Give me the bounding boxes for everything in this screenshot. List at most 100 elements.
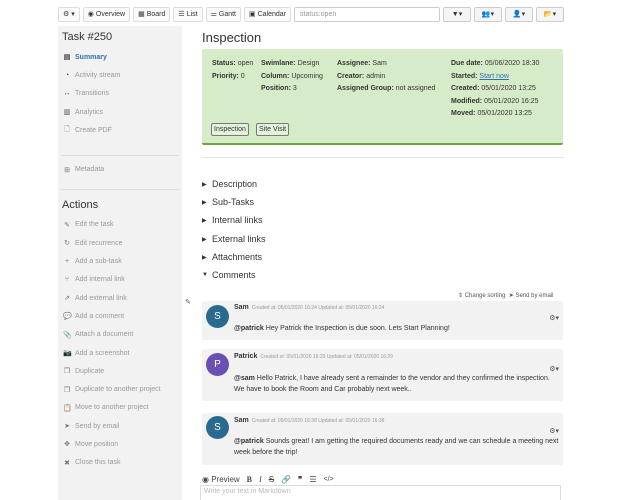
start-now-link[interactable]: Start now <box>479 73 509 80</box>
sidebar-item-create-pdf[interactable]: 🗋 Create PDF <box>58 121 182 139</box>
settings-dropdown[interactable]: ⚙ ▾ <box>58 6 80 22</box>
code-icon[interactable]: </> <box>323 476 333 483</box>
clipboard-icon: 📋 <box>63 404 72 412</box>
caret-right-icon: ▶ <box>202 217 207 224</box>
section-internal-links[interactable]: ▶ Internal links <box>202 215 263 225</box>
comment-gear-icon[interactable]: ⚙▾ <box>549 427 559 435</box>
sidebar-item-analytics[interactable]: ▥ Analytics <box>58 103 182 121</box>
comment-gear-icon[interactable]: ⚙▾ <box>549 365 559 373</box>
paperclip-icon: 📎 <box>63 331 72 339</box>
caret-right-icon: ▶ <box>202 236 207 243</box>
action-edit-recurrence[interactable]: ↻ Edit recurrence <box>58 234 182 252</box>
action-close-task[interactable]: ✖ Close this task <box>58 454 182 472</box>
comment-header: Sam Created at: 05/01/2020 16:24 Updated … <box>234 304 385 311</box>
summary-col-4: Due date: 05/06/2020 18:30 Started: Star… <box>451 60 540 117</box>
external-link-icon: ⇗ <box>64 295 70 303</box>
avatar: P <box>206 353 229 376</box>
board-icon: ▦ <box>138 11 145 18</box>
tag[interactable]: Inspection <box>211 123 249 136</box>
search-input[interactable]: status:open <box>294 6 440 22</box>
filter-icon: ▼ <box>451 10 459 18</box>
users-icon: 👥 <box>481 11 491 18</box>
section-attachments[interactable]: ▶ Attachments <box>202 252 262 262</box>
plus-icon: + <box>64 258 70 266</box>
close-icon: ✖ <box>64 459 70 467</box>
comment-header: Sam Created at: 05/01/2020 16:38 Updated … <box>234 417 385 424</box>
section-description[interactable]: ▶ Description <box>202 179 257 189</box>
caret-right-icon: ▶ <box>202 199 207 206</box>
action-move-position[interactable]: ✥ Move position <box>58 435 182 453</box>
list-button[interactable]: ☰ List <box>173 6 203 22</box>
action-add-screenshot[interactable]: 📷 Add a screenshot <box>58 344 182 362</box>
action-duplicate[interactable]: ❐ Duplicate <box>58 362 182 380</box>
user-dropdown[interactable]: 👤 ▾ <box>505 6 533 22</box>
eye-icon: ◉ <box>202 475 209 484</box>
calendar-button[interactable]: ▣ Calendar <box>244 6 292 22</box>
sort-icon: ⇕ <box>458 293 464 299</box>
summary-col-3: Assignee: Sam Creator: admin Assigned Gr… <box>337 60 436 92</box>
comment: P Patrick Created at: 05/01/2020 16:29 Up… <box>202 349 563 401</box>
sidebar-collapse-icon[interactable]: ✎ <box>185 298 191 306</box>
section-subtasks[interactable]: ▶ Sub-Tasks <box>202 197 254 207</box>
sidebar-item-activity[interactable]: ◔ Activity stream <box>58 66 182 84</box>
tag[interactable]: Site Visit <box>256 123 290 136</box>
user-icon: 👤 <box>512 11 522 18</box>
summary-col-1: Status: open Priority: 0 <box>212 60 254 80</box>
page-title: Inspection <box>202 29 262 45</box>
calendar-icon: ▣ <box>249 11 256 18</box>
toolbar: ⚙ ▾ ◉ Overview ▦ Board ☰ List ⚌ Gantt ▣ Calend… <box>58 6 564 22</box>
comment-text: @sam Hello Patrick, I have already sent … <box>234 375 550 393</box>
preview-toggle[interactable]: ◉ Preview <box>202 475 240 484</box>
action-add-comment[interactable]: 💬 Add a comment <box>58 307 182 325</box>
comment-textarea[interactable]: Write your text in Markdown <box>200 485 561 500</box>
filter-dropdown[interactable]: ▼ ▾ <box>443 6 471 22</box>
caret-right-icon: ▶ <box>202 181 207 188</box>
arrows-icon: ↔ <box>63 90 71 98</box>
bold-icon[interactable]: B <box>247 475 252 484</box>
action-duplicate-to-project[interactable]: ❐ Duplicate to another project <box>58 380 182 398</box>
main-content: Inspection <box>202 26 564 48</box>
action-move-to-project[interactable]: 📋 Move to another project <box>58 399 182 417</box>
editor-toolbar: ◉ Preview B I S 🔗 ❞ ☰ </> <box>202 475 334 484</box>
send-email-link[interactable]: ➤ Send by email <box>509 293 554 299</box>
pdf-icon: 🗋 <box>64 125 70 133</box>
code-fork-icon: ⑂ <box>64 276 70 284</box>
section-comments[interactable]: ▼ Comments <box>202 270 256 280</box>
actions-title: Actions <box>62 198 99 211</box>
action-edit-task[interactable]: ✎ Edit the task <box>58 216 182 234</box>
folder-dropdown[interactable]: 📂 ▾ <box>536 6 564 22</box>
camera-icon: 📷 <box>63 350 72 357</box>
action-add-external-link[interactable]: ⇗ Add external link <box>58 289 182 307</box>
comment-icon: 💬 <box>63 313 72 321</box>
sidebar-item-summary[interactable]: ▤ Summary <box>58 48 182 66</box>
gantt-button[interactable]: ⚌ Gantt <box>205 6 241 22</box>
action-add-internal-link[interactable]: ⑂ Add internal link <box>58 271 182 289</box>
board-button[interactable]: ▦ Board <box>133 6 171 22</box>
chart-icon: ▥ <box>63 109 71 117</box>
caret-right-icon: ▶ <box>202 254 207 261</box>
send-icon: ➤ <box>508 293 514 299</box>
task-number: Task #250 <box>62 31 113 43</box>
italic-icon[interactable]: I <box>259 475 262 484</box>
section-external-links[interactable]: ▶ External links <box>202 234 266 244</box>
action-attach-document[interactable]: 📎 Attach a document <box>58 326 182 344</box>
strikethrough-icon[interactable]: S <box>269 475 274 484</box>
sidebar-item-transitions[interactable]: ↔ Transitions <box>58 85 182 103</box>
action-add-subtask[interactable]: + Add a sub-task <box>58 252 182 270</box>
action-send-email[interactable]: ➤ Send by email <box>58 417 182 435</box>
summary-col-2: Swimlane: Design Column: Upcoming Positi… <box>261 60 323 92</box>
caret-down-icon: ▼ <box>202 272 208 278</box>
list-icon[interactable]: ☰ <box>309 475 316 484</box>
change-sorting-link[interactable]: ⇕ Change sorting <box>458 293 505 299</box>
divider <box>202 157 564 158</box>
users-dropdown[interactable]: 👥 ▾ <box>474 6 502 22</box>
refresh-icon: ↻ <box>64 240 70 248</box>
comment-gear-icon[interactable]: ⚙▾ <box>549 314 559 322</box>
overview-button[interactable]: ◉ Overview <box>82 6 131 22</box>
comment-text: @patrick Hey Patrick the Inspection is d… <box>234 325 450 332</box>
sidebar-item-metadata[interactable]: ⊞ Metadata <box>58 160 182 178</box>
link-icon[interactable]: 🔗 <box>281 475 291 484</box>
edit-icon: ✎ <box>64 221 70 229</box>
dashboard-icon: ◔ <box>64 71 70 79</box>
quote-icon[interactable]: ❞ <box>298 475 302 484</box>
